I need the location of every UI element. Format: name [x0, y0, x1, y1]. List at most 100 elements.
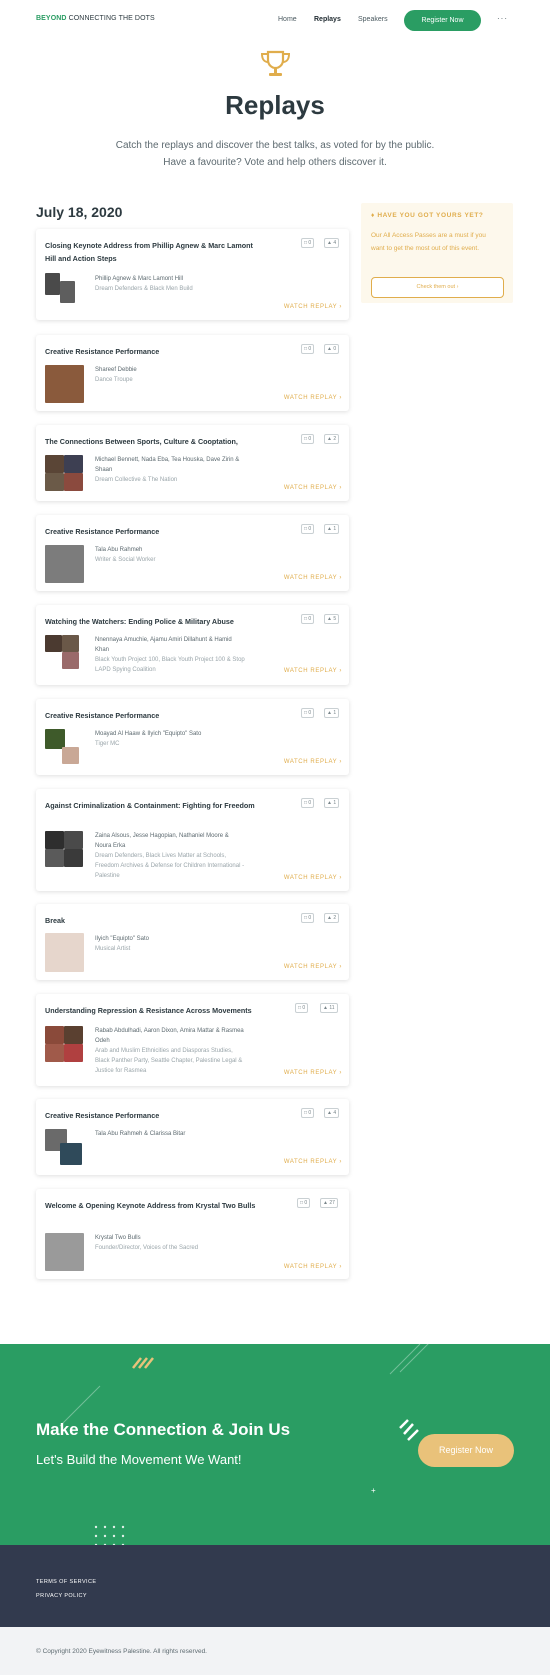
replay-card[interactable]: Closing Keynote Address from Phillip Agn…	[36, 229, 349, 320]
terms-link[interactable]: TERMS OF SERVICE	[36, 1579, 96, 1585]
banner-subtitle: Let's Build the Movement We Want!	[36, 1452, 242, 1467]
page-title: Replays	[225, 90, 325, 120]
speaker-avatar	[64, 455, 83, 473]
watch-replay-link[interactable]: WATCH REPLAY ›	[284, 304, 342, 310]
comment-count[interactable]: □ 0	[301, 913, 315, 923]
comment-count[interactable]: □ 0	[301, 524, 315, 534]
speaker-avatar	[62, 747, 79, 764]
replay-title: Watching the Watchers: Ending Police & M…	[45, 617, 234, 626]
watch-replay-link[interactable]: WATCH REPLAY ›	[284, 485, 342, 491]
like-count[interactable]: ▲ 27	[320, 1198, 338, 1208]
nav-home[interactable]: Home	[278, 16, 297, 23]
replay-card[interactable]: Break □ 0 ▲ 2 Ilyich "Equipto" Sato Musi…	[36, 904, 349, 980]
comment-count[interactable]: □ 0	[295, 1003, 309, 1013]
comment-count[interactable]: □ 0	[301, 434, 315, 444]
comment-count[interactable]: □ 0	[301, 238, 315, 248]
replay-card[interactable]: Creative Resistance Performance □ 0 ▲ 0 …	[36, 335, 349, 411]
replay-title: Welcome & Opening Keynote Address from K…	[45, 1201, 256, 1210]
comment-count[interactable]: □ 0	[301, 708, 315, 718]
like-count[interactable]: ▲ 2	[324, 913, 340, 923]
site-header: BEYOND CONNECTING THE DOTS Home Replays …	[0, 0, 550, 40]
nav-replays[interactable]: Replays	[314, 16, 341, 23]
speaker-orgs: Arab and Muslim Ethnicities and Diaspora…	[95, 1048, 243, 1074]
speaker-avatar	[45, 635, 62, 652]
replay-card[interactable]: Creative Resistance Performance □ 0 ▲ 1 …	[36, 515, 349, 591]
speaker-avatar	[64, 831, 83, 849]
thumbs-up-icon: ▲	[327, 616, 332, 622]
speaker-avatar	[45, 1044, 64, 1062]
speaker-avatar	[64, 1044, 83, 1062]
speaker-avatar	[64, 473, 83, 491]
replay-card[interactable]: Welcome & Opening Keynote Address from K…	[36, 1189, 349, 1279]
comment-icon: □	[304, 526, 308, 532]
speaker-avatar	[45, 1026, 64, 1044]
comment-icon: □	[298, 1005, 302, 1011]
nav-speakers[interactable]: Speakers	[358, 16, 388, 23]
replay-title: Creative Resistance Performance	[45, 1111, 160, 1120]
replay-title: Understanding Repression & Resistance Ac…	[45, 1006, 252, 1015]
watch-replay-link[interactable]: WATCH REPLAY ›	[284, 575, 342, 581]
like-count[interactable]: ▲ 1	[324, 708, 340, 718]
like-count[interactable]: ▲ 1	[324, 524, 340, 534]
replay-card[interactable]: The Connections Between Sports, Culture …	[36, 425, 349, 501]
speaker-names: Nnennaya Amuchie, Ajamu Amiri Dillahunt …	[95, 637, 232, 653]
replay-title: Creative Resistance Performance	[45, 527, 160, 536]
like-count[interactable]: ▲ 5	[324, 614, 340, 624]
replay-card[interactable]: Against Criminalization & Containment: F…	[36, 789, 349, 891]
watch-replay-link[interactable]: WATCH REPLAY ›	[284, 395, 342, 401]
like-count[interactable]: ▲ 1	[324, 798, 340, 808]
replay-title: Closing Keynote Address from Phillip Agn…	[45, 241, 253, 263]
comment-icon: □	[304, 346, 308, 352]
banner-register-button[interactable]: Register Now	[418, 1434, 514, 1467]
comment-icon: □	[304, 710, 308, 716]
comment-count[interactable]: □ 0	[301, 1108, 315, 1118]
replay-card[interactable]: Creative Resistance Performance □ 0 ▲ 4 …	[36, 1099, 349, 1175]
speaker-names: Michael Bennett, Nada Eba, Tea Houska, D…	[95, 457, 240, 473]
watch-replay-link[interactable]: WATCH REPLAY ›	[284, 1264, 342, 1270]
speaker-names: Phillip Agnew & Marc Lamont Hill	[95, 276, 184, 282]
replay-card[interactable]: Watching the Watchers: Ending Police & M…	[36, 605, 349, 685]
speaker-orgs: Dream Collective & The Nation	[95, 477, 178, 483]
watch-replay-link[interactable]: WATCH REPLAY ›	[284, 1070, 342, 1076]
passes-promo-title: ♦ HAVE YOU GOT YOURS YET?	[371, 212, 484, 219]
like-count[interactable]: ▲ 2	[324, 434, 340, 444]
register-button[interactable]: Register Now	[404, 10, 481, 31]
watch-replay-link[interactable]: WATCH REPLAY ›	[284, 964, 342, 970]
join-banner: + Make the Connection & Join Us Let's Bu…	[0, 1344, 550, 1545]
comment-count[interactable]: □ 0	[297, 1198, 311, 1208]
more-menu-icon[interactable]: ···	[497, 14, 508, 23]
thumbs-up-icon: ▲	[323, 1005, 328, 1011]
comment-count[interactable]: □ 0	[301, 344, 315, 354]
like-count[interactable]: ▲ 4	[324, 1108, 340, 1118]
like-count[interactable]: ▲ 11	[320, 1003, 338, 1013]
replay-card[interactable]: Creative Resistance Performance □ 0 ▲ 1 …	[36, 699, 349, 775]
speaker-avatar	[45, 365, 84, 403]
comment-count[interactable]: □ 0	[301, 614, 315, 624]
like-count[interactable]: ▲ 4	[324, 238, 340, 248]
thumbs-up-icon: ▲	[327, 240, 332, 246]
speaker-names: Krystal Two Bulls	[95, 1235, 141, 1241]
replay-title: The Connections Between Sports, Culture …	[45, 437, 238, 446]
watch-replay-link[interactable]: WATCH REPLAY ›	[284, 1159, 342, 1165]
thumbs-up-icon: ▲	[327, 915, 332, 921]
speaker-orgs: Tiger MC	[95, 741, 120, 747]
comment-count[interactable]: □ 0	[301, 798, 315, 808]
speaker-orgs: Writer & Social Worker	[95, 557, 156, 563]
comment-icon: □	[304, 1110, 308, 1116]
replay-card[interactable]: Understanding Repression & Resistance Ac…	[36, 994, 349, 1086]
comment-icon: □	[304, 800, 308, 806]
speaker-orgs: Founder/Director, Voices of the Sacred	[95, 1245, 199, 1251]
ticket-icon: ♦	[371, 212, 375, 219]
trophy-icon	[260, 50, 291, 76]
site-logo[interactable]: BEYOND CONNECTING THE DOTS	[36, 15, 155, 22]
watch-replay-link[interactable]: WATCH REPLAY ›	[284, 875, 342, 881]
speaker-avatar	[62, 652, 79, 669]
watch-replay-link[interactable]: WATCH REPLAY ›	[284, 668, 342, 674]
watch-replay-link[interactable]: WATCH REPLAY ›	[284, 759, 342, 765]
check-passes-button[interactable]: Check them out ›	[371, 277, 504, 298]
passes-promo-text: Our All Access Passes are a must if you …	[371, 232, 486, 252]
like-count[interactable]: ▲ 0	[324, 344, 340, 354]
speaker-avatar	[45, 473, 64, 491]
privacy-link[interactable]: PRIVACY POLICY	[36, 1593, 87, 1599]
speaker-avatar	[45, 1233, 84, 1271]
